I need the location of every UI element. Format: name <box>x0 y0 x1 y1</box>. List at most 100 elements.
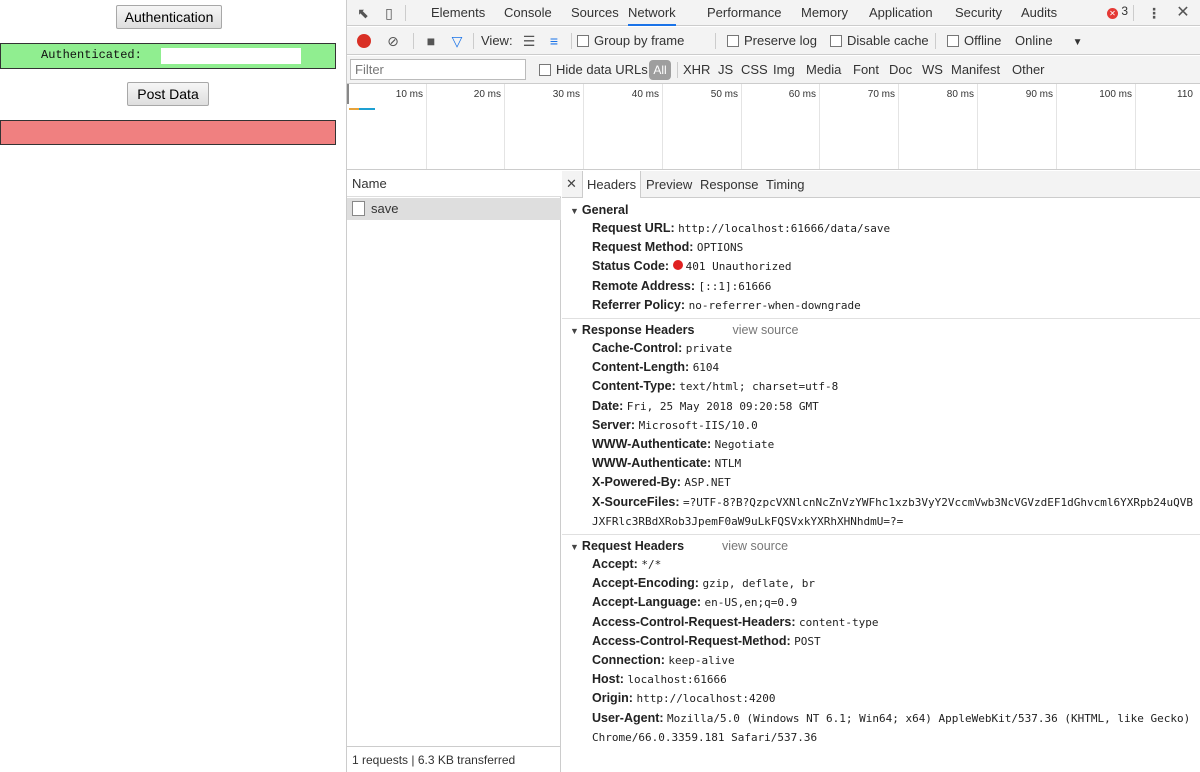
timeline-gridline <box>1135 84 1136 169</box>
device-toolbar-icon[interactable]: ▯ <box>379 3 399 23</box>
tab-application[interactable]: Application <box>869 0 933 26</box>
header-value: text/html; charset=utf-8 <box>679 380 839 394</box>
header-key: Status Code: <box>592 259 670 274</box>
timeline-gridline <box>504 84 505 169</box>
clear-icon[interactable]: ⊘ <box>383 31 403 51</box>
timeline-gridline <box>1056 84 1057 169</box>
tab-timing[interactable]: Timing <box>766 171 805 198</box>
record-icon[interactable] <box>357 34 371 48</box>
response-headers-section-header[interactable]: ▼ Response Headers view source <box>562 321 1200 339</box>
timeline-gridline <box>662 84 663 169</box>
throttling-select[interactable]: Online ▼ <box>1015 27 1082 55</box>
header-key: X-SourceFiles: <box>592 494 680 509</box>
inspect-element-icon[interactable]: ⬉ <box>353 3 373 23</box>
type-filter-other[interactable]: Other <box>1012 56 1045 84</box>
filter-bar: Hide data URLs All XHR JS CSS Img Media … <box>347 56 1200 84</box>
request-headers-section-header[interactable]: ▼ Request Headers view source <box>562 537 1200 555</box>
request-name: save <box>371 201 399 216</box>
header-value: http://localhost:4200 <box>636 692 776 706</box>
close-icon[interactable]: ✕ <box>1173 3 1193 23</box>
timeline-range-handle[interactable] <box>347 84 349 104</box>
tab-preview[interactable]: Preview <box>646 171 692 198</box>
tab-memory[interactable]: Memory <box>801 0 848 26</box>
section-title: Response Headers <box>581 323 695 338</box>
timeline-tick-label: 20 ms <box>473 89 501 100</box>
header-key: Remote Address: <box>592 278 696 293</box>
hide-data-urls-checkbox[interactable]: Hide data URLs <box>539 56 648 84</box>
error-counter[interactable]: ✕ 3 <box>1107 4 1128 19</box>
request-header-rows: Accept: */* Accept-Encoding: gzip, deflat… <box>562 555 1200 747</box>
group-by-frame-checkbox[interactable]: Group by frame <box>577 27 684 55</box>
headers-content: ▼ General Request URL: http://localhost:6… <box>562 199 1200 772</box>
status-error-icon <box>672 260 683 271</box>
type-filter-manifest[interactable]: Manifest <box>951 56 1000 84</box>
tab-elements[interactable]: Elements <box>431 0 485 26</box>
filter-input[interactable] <box>350 59 526 80</box>
type-filter-ws[interactable]: WS <box>922 56 943 84</box>
close-details-icon[interactable]: ✕ <box>566 176 577 192</box>
header-row: WWW-Authenticate: Negotiate <box>562 435 1200 454</box>
tab-security[interactable]: Security <box>955 0 1002 26</box>
header-key: WWW-Authenticate: <box>592 437 712 452</box>
type-filter-img[interactable]: Img <box>773 56 795 84</box>
filter-icon[interactable]: ▽ <box>447 31 467 51</box>
tab-network[interactable]: Network <box>628 0 676 26</box>
header-key: Server: <box>592 417 636 432</box>
tab-audits[interactable]: Audits <box>1021 0 1057 26</box>
expand-triangle-icon: ▼ <box>570 326 579 337</box>
header-value: 6104 <box>692 361 720 375</box>
header-row: Request URL: http://localhost:61666/data… <box>562 219 1200 238</box>
header-key: Origin: <box>592 691 633 706</box>
tab-console[interactable]: Console <box>504 0 552 26</box>
general-section-header[interactable]: ▼ General <box>562 201 1200 219</box>
post-data-button[interactable]: Post Data <box>127 82 209 106</box>
header-value: OPTIONS <box>696 241 744 255</box>
more-options-icon[interactable]: ⋮ <box>1144 3 1164 23</box>
document-icon <box>352 201 365 216</box>
screenshot-capture-icon[interactable]: ■ <box>421 31 441 51</box>
type-filter-media[interactable]: Media <box>806 56 841 84</box>
timeline-overview[interactable]: 10 ms 20 ms 30 ms 40 ms 50 ms 60 ms 70 m… <box>347 84 1200 170</box>
list-view-icon[interactable]: ☰ <box>519 31 539 51</box>
header-key: Access-Control-Request-Headers: <box>592 614 796 629</box>
details-tabbar: ✕ Headers Preview Response Timing <box>562 171 1200 198</box>
header-value: Mozilla/5.0 (Windows NT 6.1; Win64; x64)… <box>592 711 1191 744</box>
header-value: gzip, deflate, br <box>702 577 816 591</box>
header-key: Content-Length: <box>592 360 690 375</box>
type-filter-doc[interactable]: Doc <box>889 56 912 84</box>
type-filter-js[interactable]: JS <box>718 56 733 84</box>
toolbar-separator <box>715 33 716 49</box>
type-filter-font[interactable]: Font <box>853 56 879 84</box>
offline-checkbox[interactable]: Offline <box>947 27 1001 55</box>
name-column-header[interactable]: Name <box>347 171 561 197</box>
type-filter-css[interactable]: CSS <box>741 56 768 84</box>
timeline-tick-label: 40 ms <box>631 89 659 100</box>
waterfall-view-icon[interactable]: ≡ <box>544 31 564 51</box>
request-summary: 1 requests | 6.3 KB transferred <box>347 746 561 772</box>
toolbar-separator <box>413 33 414 49</box>
header-row: Date: Fri, 25 May 2018 09:20:58 GMT <box>562 397 1200 416</box>
preserve-log-checkbox[interactable]: Preserve log <box>727 27 817 55</box>
timeline-gridline <box>583 84 584 169</box>
view-source-link[interactable]: view source <box>722 539 788 553</box>
checkbox-box <box>727 35 739 47</box>
header-key: Request URL: <box>592 221 675 235</box>
header-key: Access-Control-Request-Method: <box>592 633 791 648</box>
authentication-button[interactable]: Authentication <box>116 5 222 29</box>
header-row: Accept-Encoding: gzip, deflate, br <box>562 574 1200 593</box>
error-status-bar <box>0 120 336 145</box>
view-source-link[interactable]: view source <box>732 323 798 337</box>
header-value: POST <box>794 634 821 648</box>
type-filter-all[interactable]: All <box>649 60 671 80</box>
view-label: View: <box>481 33 513 48</box>
tab-performance[interactable]: Performance <box>707 0 781 26</box>
type-filter-xhr[interactable]: XHR <box>683 56 710 84</box>
header-row: Host: localhost:61666 <box>562 670 1200 689</box>
tab-headers[interactable]: Headers <box>582 171 642 198</box>
disable-cache-checkbox[interactable]: Disable cache <box>830 27 929 55</box>
tab-response[interactable]: Response <box>700 171 759 198</box>
header-value: en-US,en;q=0.9 <box>704 596 798 610</box>
request-row-save[interactable]: save <box>347 198 561 220</box>
network-toolbar: ⊘ ■ ▽ View: ☰ ≡ Group by frame Preserve … <box>347 27 1200 55</box>
tab-sources[interactable]: Sources <box>571 0 619 26</box>
